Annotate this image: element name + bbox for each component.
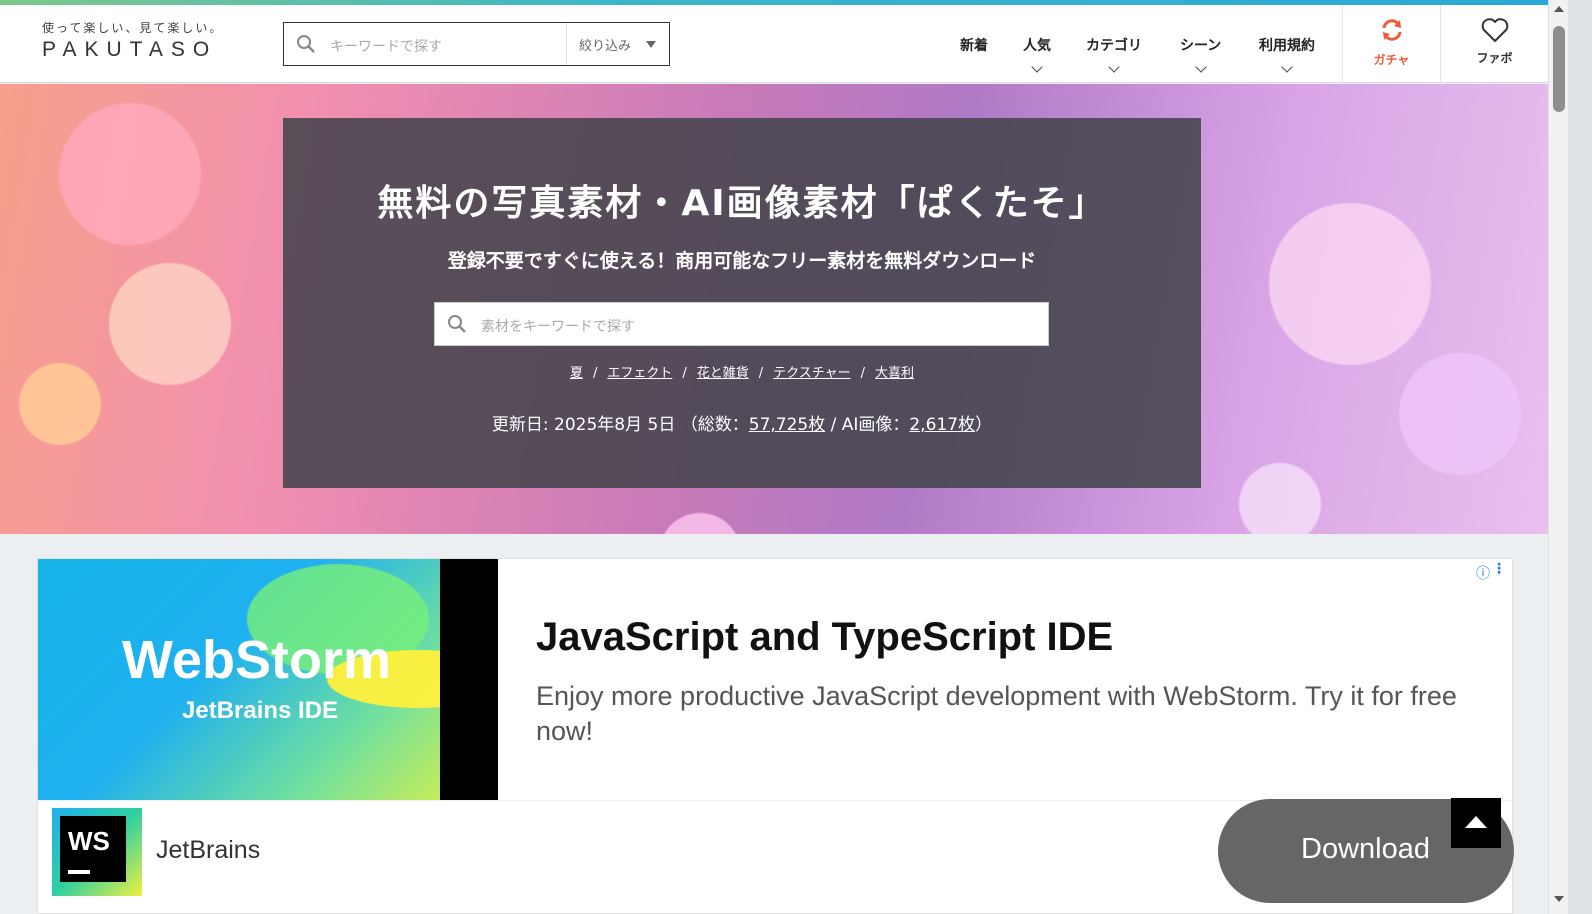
nav-category-label: カテゴリ [1086,38,1142,54]
refresh-icon [1382,19,1401,41]
hero-banner: 無料の写真素材・AI画像素材「ぱくたそ」 登録不要ですぐに使える！商用可能なフリ… [0,84,1548,534]
nav-new-label: 新着 [960,38,988,54]
ad-brand: JetBrains [156,836,261,864]
header-search-input[interactable]: キーワードで探す [330,36,442,56]
favorites-label: ファボ [1476,51,1513,65]
nav-popular-label: 人気 [1023,38,1051,54]
scrollbar-thumb[interactable] [1553,26,1565,112]
ai-label: / AI画像： [825,415,910,435]
hero-panel: 無料の写真素材・AI画像素材「ぱくたそ」 登録不要ですぐに使える！商用可能なフリ… [283,118,1201,488]
chevron-down-icon [1281,61,1293,73]
tag-link[interactable]: 大喜利 [875,366,914,381]
webstorm-logo-text: WS [68,826,110,856]
ad-info-icon[interactable]: ⓘ [1476,563,1490,583]
ad-banner[interactable]: WebStorm JetBrains IDE ⓘ ⋮ JavaScript an… [37,558,1514,914]
nav-terms[interactable]: 利用規約 [1259,35,1315,73]
webstorm-logo-inner: WS [60,816,126,882]
chevron-down-icon [1108,61,1120,73]
scroll-down-icon[interactable] [1554,896,1564,902]
header-search: キーワードで探す 絞り込み [283,22,670,66]
nav-new[interactable]: 新着 [960,35,988,55]
nav-terms-label: 利用規約 [1259,38,1315,54]
nav-scene-label: シーン [1180,38,1222,54]
hero-search: 素材をキーワードで探す [434,302,1049,346]
tag-link[interactable]: 夏 [570,366,583,381]
ad-image[interactable]: WebStorm JetBrains IDE [38,559,498,800]
search-icon [296,34,316,58]
back-to-top-button[interactable] [1451,798,1501,848]
ad-menu-icon[interactable]: ⋮ [1492,561,1506,577]
gacha-button[interactable]: ガチャ [1342,5,1440,83]
hero-subtitle: 登録不要ですぐに使える！商用可能なフリー素材を無料ダウンロード [447,250,1037,272]
chevron-down-icon [1194,61,1207,73]
logo-name: PAKUTASO [42,38,218,61]
filter-label: 絞り込み [579,39,632,54]
ai-count-link[interactable]: 2,617枚 [909,415,975,435]
site-header: 使って楽しい、見て楽しい。 PAKUTASO キーワードで探す 絞り込み 新着 … [0,5,1548,83]
tag-link[interactable]: エフェクト [607,366,672,381]
tag-separator: / [860,366,866,381]
scroll-up-icon[interactable] [1554,6,1564,12]
update-suffix: ） [975,415,993,435]
gacha-label: ガチャ [1373,53,1410,67]
tag-separator: / [592,366,598,381]
tag-separator: / [758,366,764,381]
nav-popular[interactable]: 人気 [1023,35,1051,73]
update-info: 更新日: 2025年8月 5日 （総数：57,725枚 / AI画像：2,617… [283,410,1201,435]
page-scrollbar[interactable] [1548,0,1568,914]
ad-image-subtitle: JetBrains IDE [182,697,339,724]
heart-icon [1481,18,1508,42]
ad-image-title: WebStorm [122,630,392,690]
logo-tagline: 使って楽しい、見て楽しい。 [42,21,224,35]
update-date: 更新日: 2025年8月 5日 （総数： [491,415,749,435]
ad-headline[interactable]: JavaScript and TypeScript IDE [536,615,1113,660]
favorites-button[interactable]: ファボ [1440,5,1548,83]
nav-category[interactable]: カテゴリ [1086,35,1142,73]
hero-title: 無料の写真素材・AI画像素材「ぱくたそ」 [377,183,1107,224]
hero-search-input[interactable]: 素材をキーワードで探す [481,316,635,336]
tag-separator: / [682,366,687,381]
caret-down-icon [646,41,656,48]
search-icon [447,314,467,338]
arrow-up-icon [1465,816,1487,828]
ad-description: Enjoy more productive JavaScript develop… [536,681,1457,746]
nav-scene[interactable]: シーン [1180,35,1222,73]
window-edge [1568,0,1592,914]
tag-link[interactable]: 花と雑貨 [697,366,749,381]
total-count-link[interactable]: 57,725枚 [749,415,825,435]
ad-image-black-band [440,559,498,800]
chevron-down-icon [1031,61,1043,73]
logo-bar [68,870,90,874]
filter-dropdown[interactable]: 絞り込み [566,23,670,65]
webstorm-logo: WS [52,808,142,896]
tag-link[interactable]: テクスチャー [773,366,850,381]
popular-tags: 夏 / エフェクト / 花と雑貨 / テクスチャー / 大喜利 [283,362,1201,381]
site-logo[interactable]: 使って楽しい、見て楽しい。 PAKUTASO [42,19,223,62]
